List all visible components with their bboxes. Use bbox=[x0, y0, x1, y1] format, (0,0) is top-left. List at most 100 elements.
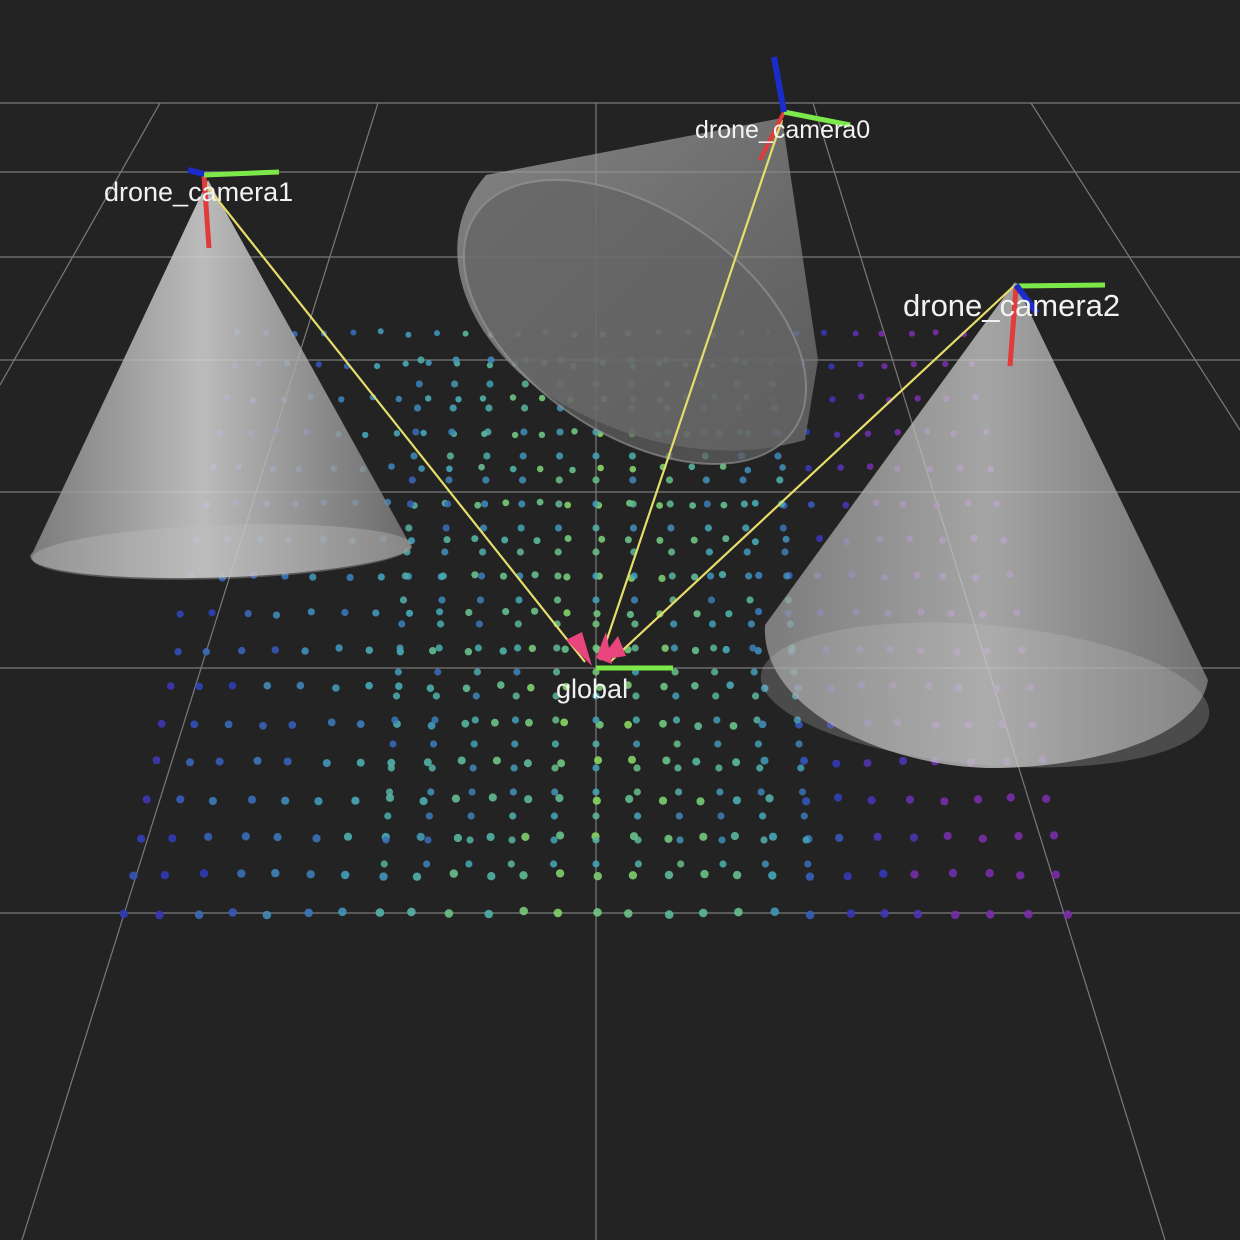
cloud-point bbox=[428, 764, 436, 772]
cloud-point bbox=[829, 396, 836, 403]
cloud-point bbox=[624, 536, 632, 544]
cloud-point bbox=[675, 812, 683, 820]
cloud-point bbox=[550, 836, 558, 844]
cloud-point bbox=[519, 452, 527, 460]
cloud-point bbox=[443, 536, 451, 544]
cloud-point bbox=[405, 609, 414, 617]
cloud-point bbox=[712, 692, 720, 700]
cloud-point bbox=[693, 610, 701, 618]
cloud-point bbox=[950, 910, 960, 920]
cloud-point bbox=[551, 788, 559, 796]
cloud-point bbox=[502, 608, 510, 616]
cloud-point bbox=[702, 476, 710, 484]
cloud-point bbox=[745, 572, 753, 580]
cloud-point bbox=[751, 538, 759, 546]
cloud-point bbox=[689, 502, 696, 509]
cloud-point bbox=[253, 756, 262, 765]
cloud-point bbox=[832, 759, 841, 768]
cloud-point bbox=[743, 548, 751, 556]
cloud-point bbox=[555, 500, 563, 508]
cloud-point bbox=[660, 682, 668, 691]
cloud-point bbox=[499, 572, 508, 580]
cloud-point bbox=[484, 428, 492, 436]
cloud-point bbox=[879, 869, 888, 878]
cloud-point bbox=[986, 910, 995, 919]
cloud-point bbox=[487, 356, 495, 364]
cloud-point bbox=[754, 740, 763, 748]
cloud-point bbox=[597, 464, 604, 472]
cloud-point bbox=[629, 524, 638, 532]
cloud-point bbox=[402, 360, 409, 367]
cloud-point bbox=[241, 832, 250, 841]
cloud-point bbox=[426, 684, 435, 692]
cloud-point bbox=[451, 380, 459, 388]
cloud-point bbox=[696, 797, 705, 806]
cloud-point bbox=[863, 759, 872, 768]
cloud-point bbox=[624, 720, 632, 729]
cloud-point bbox=[630, 596, 639, 604]
cloud-point bbox=[521, 404, 529, 412]
cloud-point bbox=[571, 428, 578, 435]
cloud-point bbox=[943, 831, 952, 841]
cloud-point bbox=[1063, 910, 1072, 919]
cloud-point bbox=[437, 620, 445, 628]
cloud-point bbox=[466, 836, 474, 844]
cloud-point bbox=[755, 571, 763, 580]
cloud-point bbox=[393, 430, 401, 437]
cloud-point bbox=[237, 869, 246, 878]
cloud-point bbox=[564, 501, 572, 509]
cloud-point bbox=[423, 860, 431, 868]
cloud-point bbox=[531, 607, 539, 615]
cloud-point bbox=[204, 832, 213, 841]
cloud-point bbox=[880, 909, 889, 918]
cloud-point bbox=[449, 869, 458, 878]
cloud-point bbox=[455, 396, 462, 403]
cloud-point bbox=[632, 716, 640, 724]
cloud-point bbox=[195, 682, 203, 691]
cloud-point bbox=[475, 620, 483, 628]
cloud-point bbox=[670, 620, 678, 628]
cloud-point bbox=[384, 812, 392, 820]
cloud-point bbox=[486, 380, 494, 388]
cloud-point bbox=[418, 465, 425, 472]
cloud-point bbox=[155, 910, 164, 920]
cloud-point bbox=[283, 757, 292, 766]
cloud-point bbox=[629, 465, 637, 473]
cloud-point bbox=[834, 793, 843, 802]
cloud-point bbox=[511, 716, 520, 724]
cloud-point bbox=[533, 537, 541, 545]
cloud-point bbox=[444, 909, 454, 918]
cloud-point bbox=[556, 452, 564, 460]
cloud-point bbox=[461, 719, 470, 728]
cloud-point bbox=[448, 428, 456, 436]
cloud-point bbox=[119, 909, 129, 919]
cloud-point bbox=[905, 795, 915, 804]
cloud-point bbox=[656, 536, 664, 544]
cloud-point bbox=[451, 794, 460, 803]
cloud-point bbox=[753, 716, 761, 724]
cloud-point bbox=[215, 757, 224, 766]
cloud-point bbox=[405, 331, 412, 338]
cloud-point bbox=[137, 834, 146, 843]
cloud-point bbox=[837, 464, 844, 471]
cloud-point bbox=[509, 788, 517, 796]
cloud-point bbox=[698, 908, 708, 918]
3d-viewport[interactable]: drone_camera1 drone_camera0 drone_camera… bbox=[0, 0, 1240, 1240]
cloud-point bbox=[377, 573, 385, 581]
cloud-point bbox=[734, 907, 743, 917]
cloud-point bbox=[563, 609, 571, 617]
cloud-point bbox=[759, 812, 767, 820]
cloud-point bbox=[563, 573, 571, 581]
cloud-point bbox=[718, 571, 727, 579]
cloud-point bbox=[632, 692, 640, 700]
cloud-point bbox=[722, 645, 730, 654]
cloud-point bbox=[476, 596, 485, 604]
cloud-point bbox=[168, 834, 177, 843]
cloud-point bbox=[666, 500, 674, 508]
cloud-point bbox=[555, 869, 565, 878]
cloud-point bbox=[592, 596, 600, 604]
cloud-point bbox=[554, 572, 562, 580]
cloud-point bbox=[508, 836, 516, 844]
cloud-point bbox=[634, 836, 642, 844]
cloud-point bbox=[362, 431, 369, 439]
